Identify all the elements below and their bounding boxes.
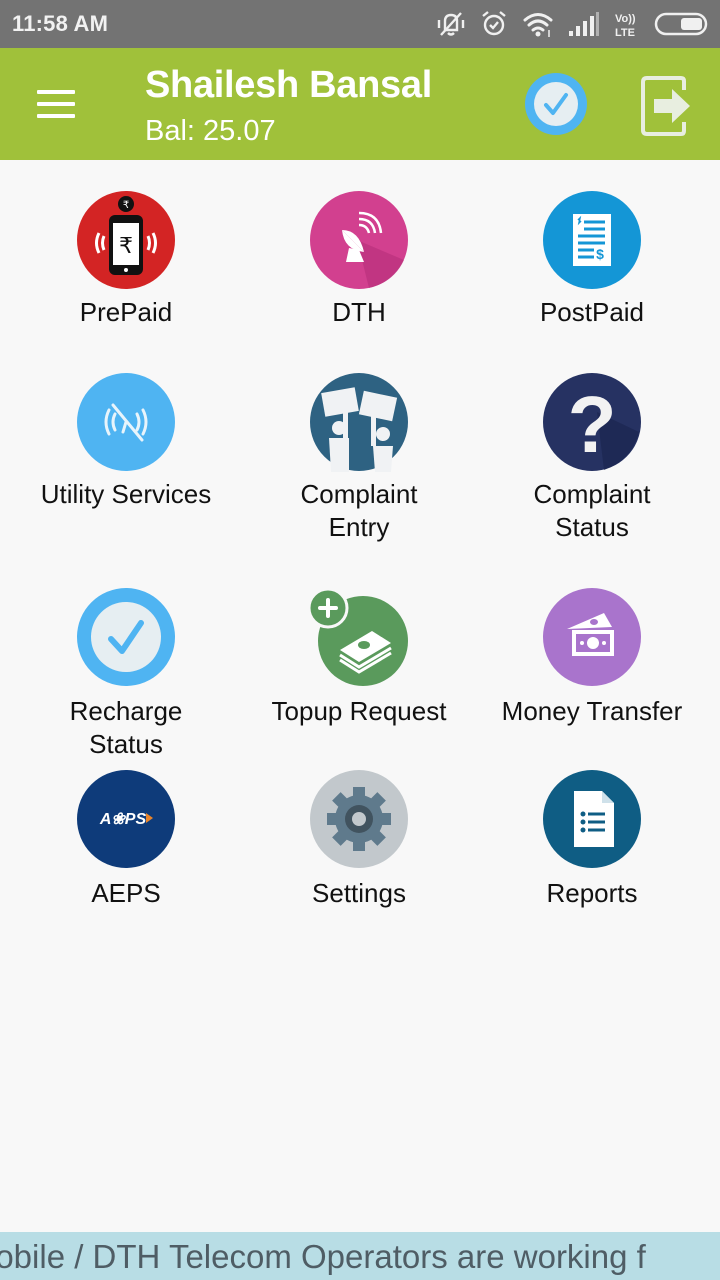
svg-text:₹: ₹	[119, 234, 133, 259]
report-document-icon	[542, 769, 642, 869]
tile-money-transfer[interactable]: Money Transfer	[472, 587, 712, 727]
tile-reports[interactable]: Reports	[472, 769, 712, 909]
tile-label-line2: Status	[555, 512, 629, 542]
tile-label: Reports	[546, 878, 638, 908]
tile-label-line2: Status	[89, 729, 163, 759]
ticker-text: lobile / DTH Telecom Operators are worki…	[0, 1238, 646, 1275]
volte-icon: Vo)) LTE	[614, 10, 640, 38]
tile-prepaid[interactable]: ₹ ₹ PrePaid	[6, 190, 246, 330]
svg-text:$: $	[596, 246, 604, 262]
gear-icon	[309, 769, 409, 869]
bill-icon: $	[542, 190, 642, 290]
tile-label: PostPaid	[539, 297, 645, 327]
svg-text:LTE: LTE	[615, 27, 635, 38]
tile-label: Utility Services	[40, 479, 212, 509]
tile-topup-request[interactable]: Topup Request	[239, 587, 479, 727]
tile-label: Money Transfer	[501, 696, 683, 726]
check-circle-icon	[76, 587, 176, 687]
alarm-icon	[480, 10, 508, 38]
satellite-dish-icon	[309, 190, 409, 290]
status-icons: Vo)) LTE	[436, 8, 708, 40]
complaint-protest-icon	[309, 372, 409, 472]
tile-settings[interactable]: Settings	[239, 769, 479, 909]
utility-services-icon	[76, 372, 176, 472]
tile-complaint-status[interactable]: ? Complaint Status	[472, 372, 712, 542]
check-circle-icon[interactable]	[524, 72, 588, 136]
tile-label-line1: Recharge	[69, 696, 183, 726]
tile-utility-services[interactable]: Utility Services	[6, 372, 246, 512]
svg-text:A❀PS: A❀PS	[99, 811, 147, 828]
tile-label-line1: Complaint	[533, 479, 651, 509]
tile-label: Topup Request	[271, 696, 447, 726]
logout-icon[interactable]	[640, 76, 696, 136]
hamburger-menu-icon[interactable]	[30, 82, 82, 126]
tile-label: Settings	[312, 878, 406, 908]
vibrate-off-icon	[436, 10, 466, 38]
tile-label: PrePaid	[79, 297, 173, 327]
balance: Bal: 25.07	[145, 115, 276, 147]
tile-label: DTH	[332, 297, 386, 327]
tile-recharge-status[interactable]: Recharge Status	[6, 587, 246, 759]
svg-text:Vo)): Vo))	[615, 13, 636, 25]
tile-label-line2: Entry	[328, 512, 390, 542]
prepaid-mobile-icon: ₹ ₹	[76, 190, 176, 290]
app-bar: Shailesh Bansal Bal: 25.07	[0, 48, 720, 160]
svg-text:?: ?	[568, 380, 617, 469]
money-transfer-icon	[542, 587, 642, 687]
tile-label: AEPS	[91, 878, 161, 908]
svg-text:₹: ₹	[123, 200, 129, 211]
tile-aeps[interactable]: A❀PS AEPS	[6, 769, 246, 909]
signal-icon	[568, 11, 600, 37]
wifi-icon	[522, 10, 554, 38]
user-name: Shailesh Bansal	[145, 64, 432, 106]
news-ticker: lobile / DTH Telecom Operators are worki…	[0, 1232, 720, 1280]
tile-label-line1: Complaint	[300, 479, 418, 509]
tile-postpaid[interactable]: $ PostPaid	[472, 190, 712, 330]
status-time: 11:58 AM	[12, 11, 109, 36]
status-bar: 11:58 AM Vo)) LTE	[0, 0, 720, 48]
money-stack-add-icon	[307, 587, 413, 687]
question-mark-icon: ?	[542, 372, 642, 472]
battery-icon	[654, 12, 708, 36]
tile-dth[interactable]: DTH	[239, 190, 479, 330]
tile-complaint-entry[interactable]: Complaint Entry	[239, 372, 479, 542]
aeps-logo-icon: A❀PS	[76, 769, 176, 869]
